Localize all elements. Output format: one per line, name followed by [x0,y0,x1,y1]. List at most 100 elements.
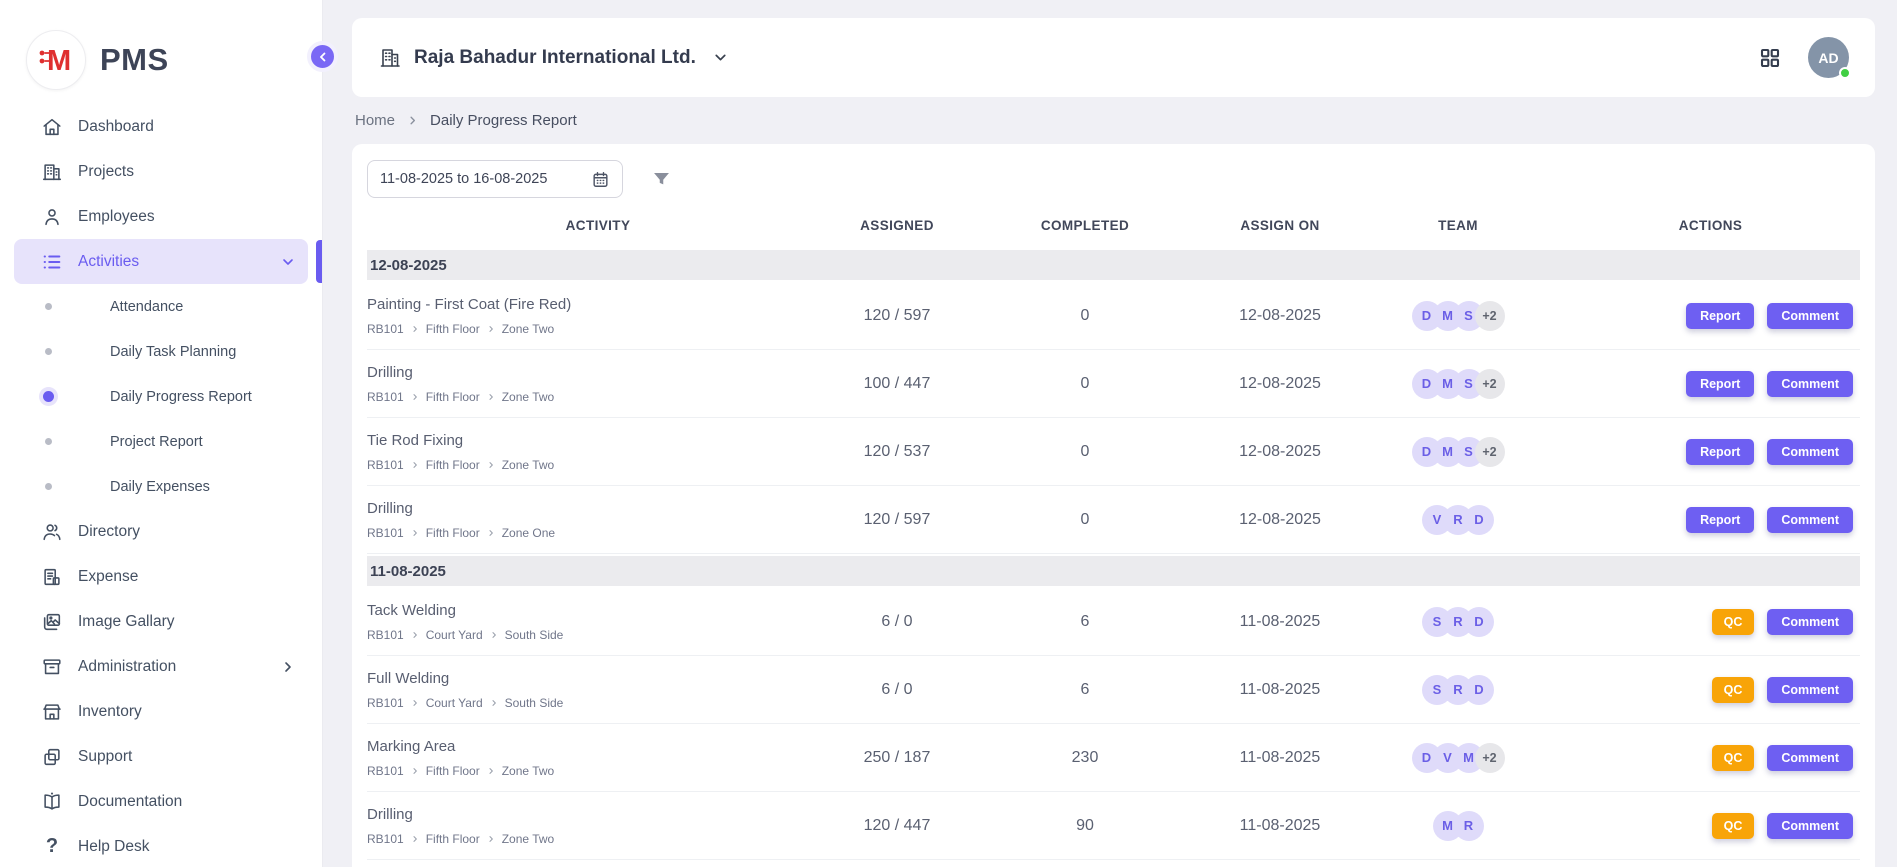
sidebar-item-administration[interactable]: Administration [14,644,308,689]
activity-location-path: RB101Fifth FloorZone Two [367,458,829,472]
activity-location-path: RB101Fifth FloorZone Two [367,764,829,778]
chevron-right-icon [411,835,419,843]
sidebar-nav: Dashboard Projects Employees Activities Atte… [0,104,322,867]
activity-cell: DrillingRB101Fifth FloorZone One [367,500,829,540]
sidebar-item-label: Administration [78,658,176,676]
sidebar-collapse-button[interactable] [307,41,338,72]
table-row: Tack WeldingRB101Court YardSouth Side6 /… [367,588,1860,656]
team-member-avatar[interactable]: D [1464,505,1494,535]
comment-button[interactable]: Comment [1767,439,1853,465]
assigned-value: 120 / 597 [829,511,965,529]
breadcrumb-current: Daily Progress Report [430,112,577,129]
sidebar-item-support[interactable]: Support [14,734,308,779]
qc-button[interactable]: QC [1712,745,1755,771]
report-button[interactable]: Report [1686,303,1754,329]
comment-button[interactable]: Comment [1767,813,1853,839]
sidebar-subitem-attendance[interactable]: Attendance [0,284,322,329]
date-range-input[interactable]: 11-08-2025 to 16-08-2025 [367,160,623,198]
path-segment: RB101 [367,832,404,846]
team-extra-count[interactable]: +2 [1475,743,1505,773]
report-button[interactable]: Report [1686,371,1754,397]
sidebar-subitem-daily-expenses[interactable]: Daily Expenses [0,464,322,509]
breadcrumb-home[interactable]: Home [355,112,395,129]
qc-button[interactable]: QC [1712,609,1755,635]
sidebar-item-label: Employees [78,208,155,226]
path-segment: South Side [505,628,564,642]
avatar[interactable]: AD [1808,37,1849,78]
chevron-right-icon [490,631,498,639]
sidebar-subitem-label: Daily Progress Report [110,389,252,405]
sidebar-item-inventory[interactable]: Inventory [14,689,308,734]
comment-button[interactable]: Comment [1767,677,1853,703]
sidebar-item-label: Support [78,748,132,766]
assign-on-date: 12-08-2025 [1205,307,1355,325]
company-selector[interactable]: Raja Bahadur International Ltd. [378,46,729,70]
sidebar-subitem-daily-progress-report[interactable]: Daily Progress Report [0,374,322,419]
sidebar-item-directory[interactable]: Directory [14,509,308,554]
chevron-right-icon [411,529,419,537]
activity-location-path: RB101Court YardSouth Side [367,628,829,642]
team-extra-count[interactable]: +2 [1475,301,1505,331]
comment-button[interactable]: Comment [1767,371,1853,397]
qc-button[interactable]: QC [1712,677,1755,703]
sidebar-item-label: Projects [78,163,134,181]
chevron-right-icon [411,325,419,333]
apps-grid-icon[interactable] [1758,46,1782,70]
sidebar-item-help-desk[interactable]: ?Help Desk [14,824,308,867]
table-body: 12-08-2025Painting - First Coat (Fire Re… [367,250,1860,860]
activity-title: Marking Area [367,738,829,755]
sidebar-item-expense[interactable]: Expense [14,554,308,599]
team-member-avatar[interactable]: R [1454,811,1484,841]
table-row: DrillingRB101Fifth FloorZone Two120 / 44… [367,792,1860,860]
actions-cell: Report Comment [1561,371,1860,397]
path-segment: Zone Two [502,458,554,472]
team-extra-count[interactable]: +2 [1475,369,1505,399]
chevron-right-icon [407,115,418,126]
activity-title: Tie Rod Fixing [367,432,829,449]
sidebar-subitem-daily-task-planning[interactable]: Daily Task Planning [0,329,322,374]
brand-name: PMS [100,42,169,78]
sidebar-item-projects[interactable]: Projects [14,149,308,194]
team-extra-count[interactable]: +2 [1475,437,1505,467]
sidebar-item-activities[interactable]: Activities [14,239,308,284]
activity-location-path: RB101Court YardSouth Side [367,696,829,710]
path-segment: Fifth Floor [426,322,480,336]
path-segment: Fifth Floor [426,458,480,472]
sidebar-subitem-label: Daily Task Planning [110,344,236,360]
report-button[interactable]: Report [1686,439,1754,465]
table-row: DrillingRB101Fifth FloorZone Two100 / 44… [367,350,1860,418]
comment-button[interactable]: Comment [1767,507,1853,533]
assign-on-date: 11-08-2025 [1205,817,1355,835]
completed-value: 6 [965,681,1205,699]
sidebar-item-label: Documentation [78,793,182,811]
team-member-avatar[interactable]: D [1464,607,1494,637]
completed-value: 0 [965,511,1205,529]
sidebar-item-employees[interactable]: Employees [14,194,308,239]
actions-cell: QC Comment [1561,745,1860,771]
filter-icon[interactable] [651,169,672,190]
activity-cell: Tack WeldingRB101Court YardSouth Side [367,602,829,642]
activity-location-path: RB101Fifth FloorZone One [367,526,829,540]
path-segment: South Side [505,696,564,710]
group-date-header: 11-08-2025 [367,556,1860,586]
sidebar-item-image-gallary[interactable]: Image Gallary [14,599,308,644]
svg-text:M: M [47,45,71,77]
report-button[interactable]: Report [1686,507,1754,533]
sidebar-item-label: Directory [78,523,140,541]
path-segment: RB101 [367,322,404,336]
comment-button[interactable]: Comment [1767,609,1853,635]
sidebar-item-dashboard[interactable]: Dashboard [14,104,308,149]
sidebar-subitem-label: Attendance [110,299,183,315]
assigned-value: 6 / 0 [829,681,965,699]
logo[interactable]: M PMS [0,0,322,96]
comment-button[interactable]: Comment [1767,745,1853,771]
activity-location-path: RB101Fifth FloorZone Two [367,390,829,404]
sidebar-subitem-project-report[interactable]: Project Report [0,419,322,464]
qc-button[interactable]: QC [1712,813,1755,839]
chevron-right-icon [487,767,495,775]
team-cell: VRD [1355,505,1561,535]
actions-cell: QC Comment [1561,609,1860,635]
comment-button[interactable]: Comment [1767,303,1853,329]
team-member-avatar[interactable]: D [1464,675,1494,705]
sidebar-item-documentation[interactable]: Documentation [14,779,308,824]
